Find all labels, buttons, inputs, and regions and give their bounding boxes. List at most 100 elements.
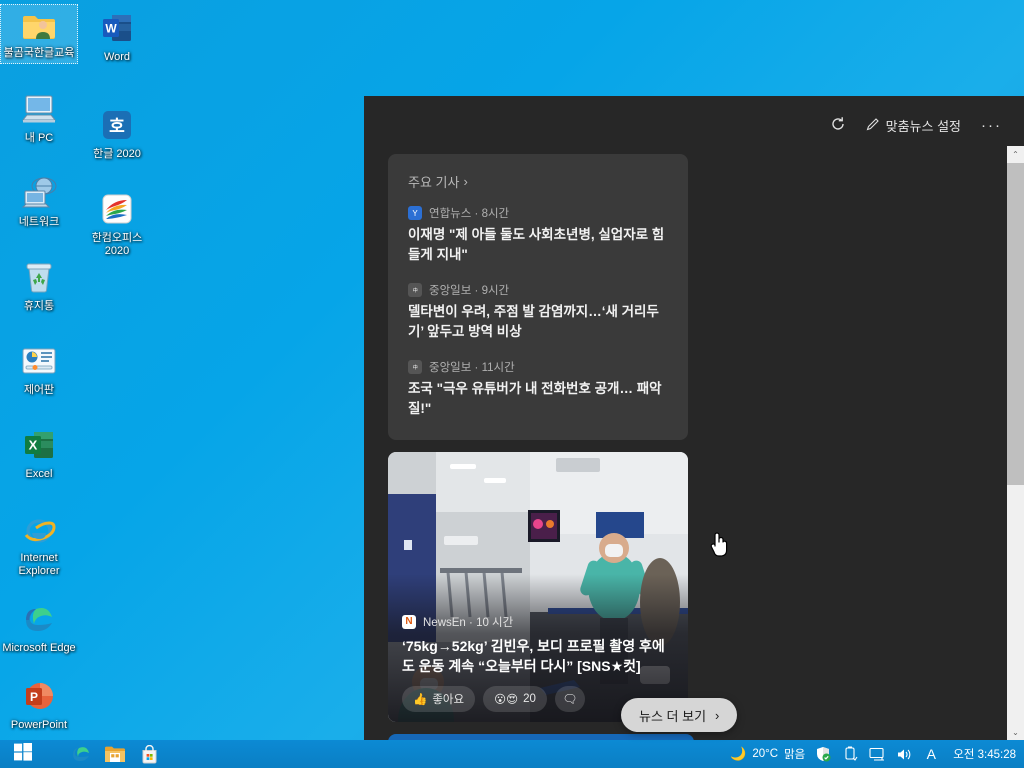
personalize-news-label: 맞춤뉴스 설정	[885, 118, 961, 134]
microsoft-store-taskbar-icon[interactable]	[138, 743, 160, 765]
story-headline: 델타변이 우려, 주점 발 감염까지…‘새 거리두기’ 앞두고 방역 비상	[408, 304, 659, 339]
file-explorer-taskbar-icon[interactable]	[104, 743, 126, 765]
more-news-label: 뉴스 더 보기	[639, 708, 707, 724]
top-stories-title: 주요 기사	[408, 175, 460, 190]
story-source: 연합뉴스 · 8시간	[429, 208, 510, 220]
desktop-icon-label: 네트워크	[18, 215, 60, 228]
desktop-icon-hangul-2020[interactable]: 호 한글 2020	[78, 101, 156, 164]
panel-scrollbar[interactable]: ⌃ ⌄	[1007, 146, 1024, 741]
story-item[interactable]: Y 연합뉴스 · 8시간 이재명 "제 아들 둘도 사회초년병, 실업자로 힘들…	[408, 205, 668, 264]
internet-explorer-icon	[19, 509, 59, 549]
desktop-icon-word[interactable]: W Word	[78, 4, 156, 67]
desktop-icon-hancom-office-2020[interactable]: 한컴오피스 2020	[78, 185, 156, 261]
chevron-right-icon: ›	[715, 707, 720, 723]
desktop-icon-label: Microsoft Edge	[2, 641, 76, 654]
clock-time: 3:45:28	[977, 749, 1016, 761]
folder-user-icon	[19, 9, 59, 44]
recycle-bin-icon	[19, 257, 59, 297]
edge-taskbar-icon[interactable]	[70, 743, 92, 765]
story-source-row: 中 중앙일보 · 9시간	[408, 282, 668, 298]
desktop-icon-label: 한컴오피스 2020	[91, 231, 143, 257]
ime-indicator[interactable]: A	[922, 745, 940, 763]
security-shield-icon[interactable]	[814, 745, 832, 763]
desktop-icon-recycle-bin[interactable]: 휴지통	[0, 253, 78, 316]
this-pc-icon	[19, 89, 59, 129]
word-icon: W	[97, 8, 137, 48]
usb-eject-icon[interactable]	[841, 745, 859, 763]
scroll-up-button[interactable]: ⌃	[1007, 146, 1024, 163]
media-source-row: N NewsEn · 10 시간	[402, 614, 674, 630]
crescent-moon-icon: 🌙	[730, 746, 747, 761]
reaction-emoji-icon: 😮😍	[494, 694, 519, 707]
top-stories-header[interactable]: 주요 기사 ›	[408, 172, 668, 191]
personalize-news-button[interactable]: 맞춤뉴스 설정	[866, 116, 961, 135]
top-stories-card: 주요 기사 › Y 연합뉴스 · 8시간 이재명 "제 아들 둘도 사회초년병,…	[388, 154, 688, 441]
reactions-count: 20	[523, 693, 536, 706]
svg-text:W: W	[105, 22, 117, 36]
story-item[interactable]: 中 중앙일보 · 11시간 조국 "극우 유튜버가 내 전화번호 공개… 패악질…	[408, 359, 668, 418]
desktop-icon-control-panel[interactable]: 제어판	[0, 337, 78, 400]
desktop-icon-network[interactable]: 네트워크	[0, 169, 78, 232]
pencil-icon	[866, 117, 880, 134]
reactions-button[interactable]: 😮😍 20	[483, 686, 547, 713]
desktop-icon-internet-explorer[interactable]: Internet Explorer	[0, 505, 78, 581]
media-source: NewsEn · 10 시간	[423, 616, 514, 629]
desktop-icon-label: 휴지통	[23, 299, 55, 312]
refresh-icon	[830, 116, 846, 135]
media-headline: ‘75kg→52kg’ 김빈우, 보디 프로필 촬영 후에도 운동 계속 “오늘…	[402, 637, 665, 675]
media-news-card[interactable]: N NewsEn · 10 시간 ‘75kg→52kg’ 김빈우, 보디 프로필…	[388, 452, 688, 723]
taskbar-weather-widget[interactable]: 🌙 20°C 맑음	[730, 746, 805, 762]
desktop-icon-this-pc[interactable]: 내 PC	[0, 85, 78, 148]
joongang-logo-icon: 中	[408, 283, 422, 298]
panel-more-options-button[interactable]: ···	[981, 117, 1002, 134]
windows-logo-icon	[14, 742, 32, 766]
taskbar-weather-condition: 맑음	[784, 749, 806, 761]
svg-text:호: 호	[109, 117, 125, 137]
desktop-icon-column-1: 불곰국한글교육 내 PC 네트워크 휴지통 제어판 X Excel Intern…	[0, 4, 78, 735]
refresh-button[interactable]	[830, 116, 846, 135]
like-button[interactable]: 👍 좋아요	[402, 686, 476, 713]
joongang-logo-icon: 中	[408, 360, 422, 375]
chevron-right-icon: ›	[463, 174, 468, 189]
desktop-icon-label: 한글 2020	[93, 147, 141, 160]
panel-header: 맞춤뉴스 설정 ···	[364, 96, 1024, 154]
network-icon[interactable]	[868, 745, 886, 763]
story-item[interactable]: 中 중앙일보 · 9시간 델타변이 우려, 주점 발 감염까지…‘새 거리두기’…	[408, 282, 668, 341]
excel-icon: X	[19, 425, 59, 465]
desktop-icon-column-2: W Word 호 한글 2020 한컴오피스 2020	[78, 4, 156, 261]
news-and-interests-panel: 맞춤뉴스 설정 ··· 주요 기사 › Y 연합뉴스 · 8시간 이재명 "제 …	[364, 96, 1024, 741]
system-tray: 🌙 20°C 맑음 A 오전 3:45:28	[730, 745, 1024, 763]
desktop-icon-label: 불곰국한글교육	[3, 47, 75, 60]
scroll-down-button[interactable]: ⌄	[1007, 724, 1024, 741]
start-button[interactable]	[0, 740, 46, 768]
desktop-icon-excel[interactable]: X Excel	[0, 421, 78, 484]
taskbar-weather-temp: 20°C	[752, 748, 779, 760]
story-source: 중앙일보 · 11시간	[429, 362, 515, 375]
like-label: 좋아요	[432, 694, 465, 707]
desktop-icon-powerpoint[interactable]: P PowerPoint	[0, 672, 78, 735]
panel-body: 주요 기사 › Y 연합뉴스 · 8시간 이재명 "제 아들 둘도 사회초년병,…	[364, 154, 1024, 741]
desktop-icon-label: Excel	[25, 467, 53, 480]
desktop-icon-microsoft-edge[interactable]: Microsoft Edge	[0, 595, 78, 658]
desktop-icon-label: 제어판	[23, 383, 55, 396]
comment-button[interactable]: 🗨	[554, 686, 585, 713]
network-icon	[19, 173, 59, 213]
yonhapnews-logo-icon: Y	[408, 206, 422, 220]
desktop-icon-label: Internet Explorer	[18, 551, 60, 577]
desktop-icon-label: Word	[103, 51, 131, 63]
edge-icon	[19, 599, 59, 639]
ime-A-icon: A	[926, 746, 936, 762]
more-news-button[interactable]: 뉴스 더 보기 ›	[621, 698, 738, 732]
story-source-row: 中 중앙일보 · 11시간	[408, 359, 668, 375]
scrollbar-thumb[interactable]	[1007, 163, 1024, 485]
hancom-office-icon	[97, 189, 137, 229]
taskbar: 🌙 20°C 맑음 A 오전 3:45:28	[0, 740, 1024, 768]
desktop-icon-label: PowerPoint	[10, 718, 68, 731]
clock[interactable]: 오전 3:45:28	[949, 746, 1016, 762]
volume-icon[interactable]	[895, 745, 913, 763]
taskbar-apps	[70, 743, 160, 765]
panel-left-column: 주요 기사 › Y 연합뉴스 · 8시간 이재명 "제 아들 둘도 사회초년병,…	[388, 154, 688, 723]
desktop-icon-bulgomguk[interactable]: 불곰국한글교육	[0, 4, 78, 64]
svg-text:P: P	[30, 690, 38, 704]
svg-text:X: X	[29, 437, 38, 452]
